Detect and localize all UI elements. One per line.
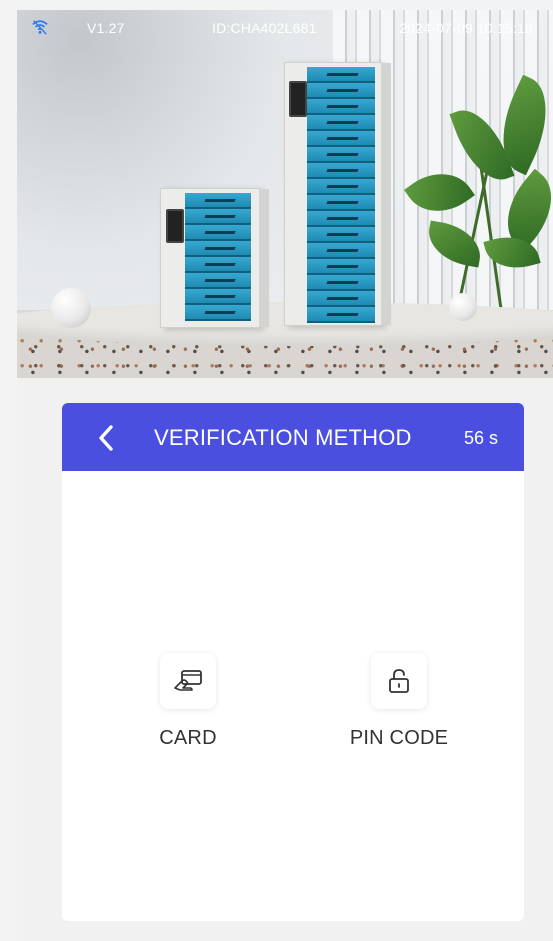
dialog-title: VERIFICATION METHOD [154,425,412,450]
decor-ball-small [449,293,477,321]
verification-options: CARD PIN CODE [62,653,524,763]
pin-code-option-button[interactable]: PIN CODE [319,653,479,750]
card-tap-icon [174,670,202,691]
status-bar: V1.27 ID:CHA402L681 2024-07-09 10:15:18 [17,10,553,44]
device-id: ID:CHA402L681 [212,20,317,36]
app-version: V1.27 [87,20,125,36]
pin-icon-tile[interactable] [371,653,427,709]
lock-icon [389,669,409,693]
app-screen: V1.27 ID:CHA402L681 2024-07-09 10:15:18 … [17,10,553,941]
back-button[interactable] [86,418,126,458]
small-locker-cabinet [160,188,269,328]
pin-code-option-label: PIN CODE [349,727,449,749]
hero-banner-image: V1.27 ID:CHA402L681 2024-07-09 10:15:18 [17,10,553,378]
decor-ball-large [51,288,91,328]
verification-dialog: VERIFICATION METHOD 56 s CARD PIN CODE [62,403,524,921]
card-icon-tile[interactable] [160,653,216,709]
tall-locker-cabinet [284,62,391,326]
wifi-icon [32,20,48,35]
card-option-button[interactable]: CARD [108,653,268,750]
card-option-label: CARD [159,727,217,749]
countdown-timer: 56 s [463,428,498,448]
datetime: 2024-07-09 10:15:18 [399,20,533,36]
dialog-header: VERIFICATION METHOD 56 s [62,403,524,471]
chevron-left-icon [99,425,113,451]
